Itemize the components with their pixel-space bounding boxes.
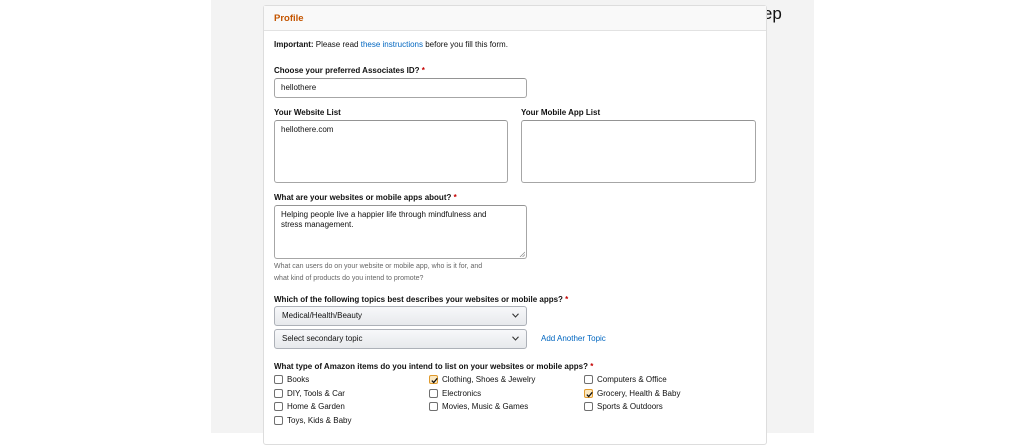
secondary-topic-value: Select secondary topic [282, 334, 363, 343]
secondary-topic-select[interactable]: Select secondary topic [274, 329, 527, 349]
item-type-checkbox[interactable] [584, 388, 593, 398]
item-type-checkbox[interactable] [429, 388, 438, 398]
associates-id-label: Choose your preferred Associates ID? * [274, 66, 425, 76]
item-type-label: Grocery, Health & Baby [597, 388, 681, 398]
intro-text-after: before you fill this form. [425, 40, 508, 49]
primary-topic-value: Medical/Health/Beauty [282, 311, 363, 320]
about-hint-line2: what kind of products do you intend to p… [274, 275, 424, 282]
item-type-label: Home & Garden [287, 402, 345, 412]
card-header: Profile [264, 6, 766, 31]
primary-topic-select[interactable]: Medical/Health/Beauty [274, 306, 527, 326]
associates-id-value: hellothere [281, 83, 317, 92]
item-types-label: What type of Amazon items do you intend … [274, 362, 593, 372]
website-list-label: Your Website List [274, 108, 341, 117]
item-type-checkbox[interactable] [584, 402, 593, 412]
associates-id-input[interactable]: hellothere [274, 78, 527, 98]
item-type-label: Toys, Kids & Baby [287, 416, 352, 426]
about-value: Helping people live a happier life throu… [281, 210, 487, 229]
chevron-down-icon [512, 336, 519, 341]
instructions-link[interactable]: these instructions [361, 40, 423, 49]
item-type-checkbox[interactable] [429, 402, 438, 412]
topics-label-text: Which of the following topics best descr… [274, 295, 563, 304]
check-icon [431, 377, 438, 384]
chevron-down-icon [512, 313, 519, 318]
check-icon [586, 391, 593, 398]
item-type-checkbox[interactable] [274, 375, 283, 384]
website-list-textarea[interactable]: hellothere.com [274, 120, 508, 183]
item-type-checkbox[interactable] [429, 375, 438, 384]
required-mark: * [590, 362, 594, 371]
item-type-checkbox[interactable] [274, 402, 283, 412]
about-label: What are your websites or mobile apps ab… [274, 193, 457, 203]
item-type-checkbox[interactable] [274, 388, 283, 398]
item-types-label-text: What type of Amazon items do you intend … [274, 362, 588, 371]
about-textarea[interactable]: Helping people live a happier life throu… [274, 205, 527, 259]
item-type-checkbox[interactable] [584, 375, 593, 384]
item-type-label: DIY, Tools & Car [287, 388, 345, 398]
resize-handle-icon[interactable] [519, 251, 525, 257]
card-title: Profile [274, 13, 304, 24]
item-type-label: Books [287, 375, 310, 384]
associates-id-label-text: Choose your preferred Associates ID? [274, 66, 420, 75]
required-mark: * [565, 295, 569, 304]
website-list-value: hellothere.com [281, 125, 334, 134]
item-type-label: Movies, Music & Games [442, 402, 529, 412]
mobile-app-list-label: Your Mobile App List [521, 108, 601, 117]
item-type-label: Computers & Office [597, 375, 667, 384]
required-mark: * [453, 193, 457, 202]
required-mark: * [421, 66, 425, 75]
item-type-label: Clothing, Shoes & Jewelry [442, 375, 536, 384]
add-another-topic-link[interactable]: Add Another Topic [541, 334, 606, 344]
item-type-label: Sports & Outdoors [597, 402, 663, 412]
about-hint-line1: What can users do on your website or mob… [274, 263, 483, 270]
intro-text: Important: Please read these instruction… [274, 40, 508, 50]
intro-text-before: Please read [315, 40, 359, 49]
intro-prefix: Important: [274, 40, 314, 49]
topics-label: Which of the following topics best descr… [274, 295, 568, 305]
mobile-app-list-textarea[interactable] [521, 120, 756, 183]
item-type-label: Electronics [442, 388, 482, 398]
item-type-checkbox[interactable] [274, 416, 283, 426]
about-label-text: What are your websites or mobile apps ab… [274, 193, 452, 202]
